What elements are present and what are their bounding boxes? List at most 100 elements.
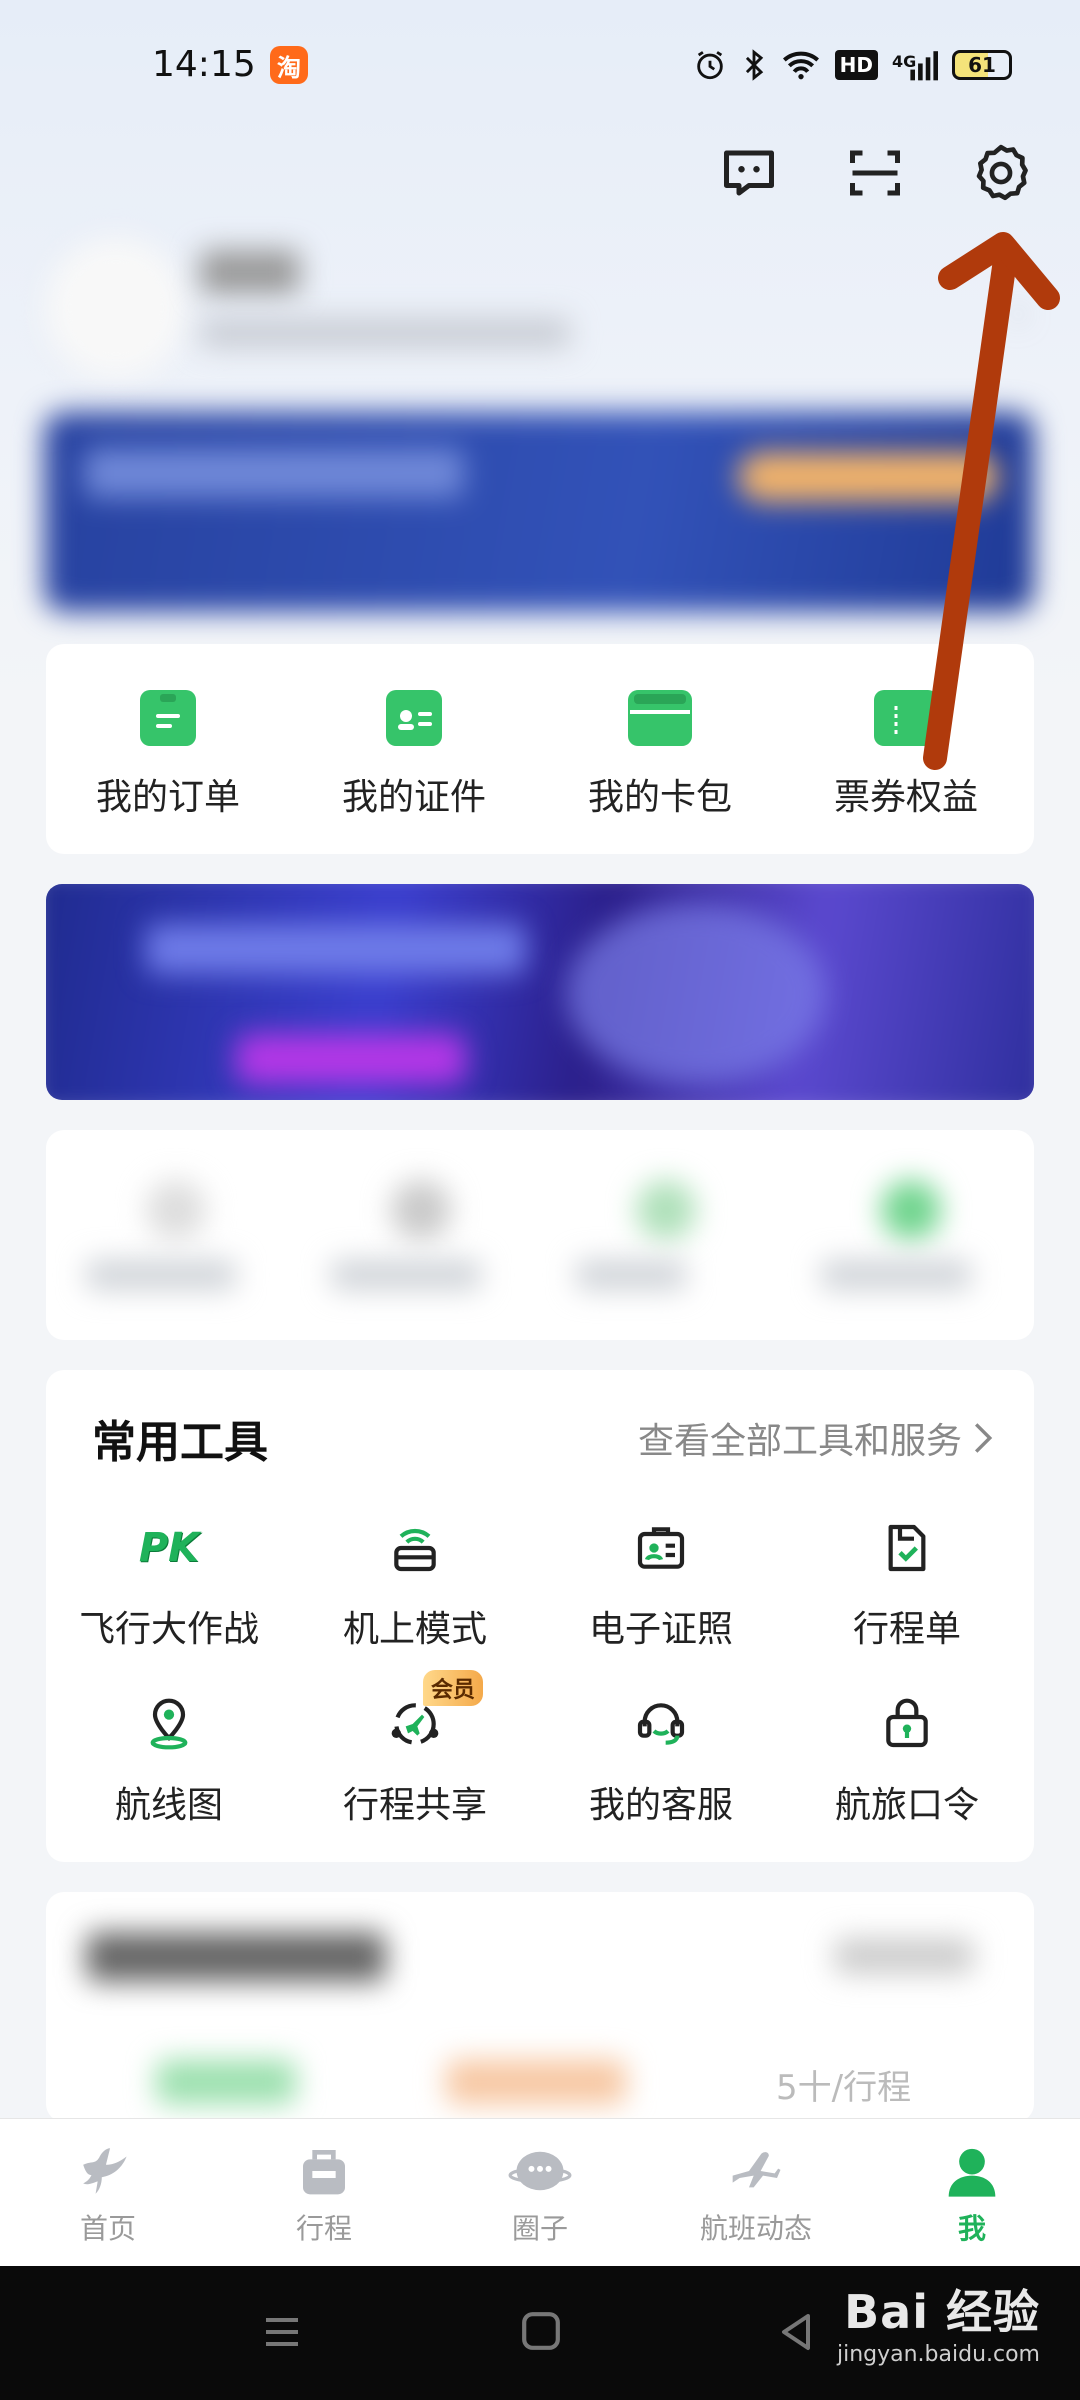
- quick-item-label: 票券权益: [833, 777, 978, 818]
- alarm-icon: [693, 46, 727, 84]
- tool-label: 机上模式: [342, 1609, 487, 1650]
- bluetooth-icon: [741, 46, 767, 84]
- home-button-icon[interactable]: [520, 2310, 562, 2356]
- nav-label: 航班动态: [699, 2212, 812, 2245]
- wallet-icon: [628, 690, 692, 746]
- tool-travel-password[interactable]: 航旅口令: [784, 1692, 1030, 1828]
- community-icon: [508, 2141, 572, 2201]
- nav-flight-status[interactable]: 航班动态: [648, 2119, 864, 2266]
- nav-community[interactable]: 圈子: [432, 2119, 648, 2266]
- tool-itinerary[interactable]: 行程单: [784, 1516, 1030, 1652]
- member-tag: 会员: [422, 1670, 483, 1706]
- tool-label: 航线图: [114, 1785, 223, 1826]
- blurred-icon: [146, 1180, 206, 1240]
- menu-icon[interactable]: [262, 2312, 302, 2356]
- view-all-label: 查看全部工具和服务: [637, 1421, 962, 1462]
- itinerary-icon: [875, 1516, 939, 1580]
- blurred-icon: [391, 1180, 451, 1240]
- tool-label: 飞行大作战: [78, 1609, 259, 1650]
- nav-me[interactable]: 我: [864, 2119, 1080, 2266]
- signal-icon: 4G: [892, 46, 938, 84]
- tool-flight-battle[interactable]: PK 飞行大作战: [46, 1516, 292, 1652]
- back-icon[interactable]: [776, 2312, 816, 2356]
- profile-icon: [940, 2141, 1004, 2201]
- tool-label: 航旅口令: [834, 1785, 979, 1826]
- quick-item-documents[interactable]: 我的证件: [314, 690, 514, 820]
- quick-item-orders[interactable]: 我的订单: [68, 690, 268, 820]
- quick-item-label: 我的订单: [95, 777, 240, 818]
- tool-trip-share[interactable]: 会员 行程共享: [292, 1670, 538, 1828]
- blurred-icon: [636, 1180, 696, 1240]
- quick-item-tickets[interactable]: 票券权益: [806, 690, 1006, 820]
- user-name-blurred: [200, 250, 300, 294]
- nav-label: 我: [957, 2212, 986, 2245]
- message-icon[interactable]: [716, 140, 782, 206]
- blurred-label: [576, 1260, 686, 1290]
- nav-label: 圈子: [511, 2212, 568, 2245]
- watermark-brand: Bai 经验: [844, 2285, 1040, 2339]
- tool-customer-service[interactable]: 我的客服: [538, 1692, 784, 1828]
- wifi-icon: [781, 46, 821, 84]
- luggage-icon: [292, 2141, 356, 2201]
- tools-title: 常用工具: [92, 1417, 268, 1468]
- blurred-value: [446, 2060, 626, 2104]
- plane-icon: [724, 2141, 788, 2201]
- view-all-tools-link[interactable]: 查看全部工具和服务: [638, 1412, 994, 1464]
- trip-share-icon: 会员: [383, 1670, 483, 1756]
- tool-label: 电子证照: [588, 1609, 733, 1650]
- common-tools-card: 常用工具 查看全部工具和服务 PK 飞行大作战 机上模式 电子证照 行程单 航线…: [46, 1370, 1034, 1862]
- blurred-value: [156, 2060, 296, 2104]
- quick-item-wallet[interactable]: 我的卡包: [560, 690, 760, 820]
- partial-stat-text: 5十/行程: [776, 2068, 912, 2108]
- watermark-url: jingyan.baidu.com: [836, 2342, 1040, 2367]
- blurred-label: [331, 1260, 481, 1290]
- scan-icon[interactable]: [842, 140, 908, 206]
- stats-card-blurred: 5十/行程: [46, 1892, 1034, 2122]
- shortcuts-card-blurred: [46, 1130, 1034, 1340]
- chevron-right-icon[interactable]: ›: [1010, 290, 1026, 336]
- taobao-app-badge: 淘: [270, 46, 308, 84]
- avatar[interactable]: [46, 238, 186, 378]
- baidu-jingyan-watermark: Bai 经验 jingyan.baidu.com: [837, 2276, 1040, 2367]
- tool-label: 行程共享: [342, 1785, 487, 1826]
- quick-access-card: 我的订单 我的证件 我的卡包 票券权益: [46, 644, 1034, 854]
- quick-item-label: 我的卡包: [587, 777, 732, 818]
- status-time: 14:15: [152, 44, 256, 85]
- password-lock-icon: [875, 1692, 939, 1756]
- nav-label: 行程: [295, 2212, 352, 2245]
- nav-home[interactable]: 首页: [0, 2119, 216, 2266]
- tool-route-map[interactable]: 航线图: [46, 1692, 292, 1828]
- chevron-right-icon: [974, 1423, 993, 1453]
- customer-service-icon: [629, 1692, 693, 1756]
- battery-indicator: 61: [952, 50, 1012, 80]
- pk-icon-text: PK: [138, 1525, 200, 1571]
- member-card-blurred[interactable]: [44, 412, 1034, 612]
- blurred-title: [86, 1932, 386, 1982]
- tool-inflight-mode[interactable]: 机上模式: [292, 1516, 538, 1652]
- id-card-icon: [386, 690, 442, 746]
- promo-banner-blurred[interactable]: [46, 884, 1034, 1100]
- tool-label: 行程单: [852, 1609, 961, 1650]
- bottom-navigation: 首页 行程 圈子 航班动态 我: [0, 2118, 1080, 2266]
- nav-label: 首页: [79, 2212, 136, 2245]
- hd-badge: HD: [834, 50, 878, 80]
- tool-label: 我的客服: [588, 1785, 733, 1826]
- home-icon: [76, 2141, 140, 2201]
- route-map-icon: [137, 1692, 201, 1756]
- user-subtitle-blurred: [200, 318, 570, 348]
- blurred-link: [834, 1938, 974, 1974]
- ticket-icon: [874, 690, 938, 746]
- tool-e-license[interactable]: 电子证照: [538, 1516, 784, 1652]
- quick-item-label: 我的证件: [341, 777, 486, 818]
- network-type: 4G: [892, 51, 917, 71]
- e-license-icon: [629, 1516, 693, 1580]
- nav-trips[interactable]: 行程: [216, 2119, 432, 2266]
- pk-icon: PK: [137, 1516, 201, 1580]
- inflight-wifi-icon: [383, 1516, 447, 1580]
- blurred-label: [86, 1260, 236, 1290]
- status-icons: HD 4G 61: [693, 46, 1012, 84]
- settings-icon[interactable]: [968, 140, 1034, 206]
- clipboard-icon: [140, 690, 196, 746]
- blurred-label: [821, 1260, 971, 1290]
- blurred-icon: [881, 1180, 941, 1240]
